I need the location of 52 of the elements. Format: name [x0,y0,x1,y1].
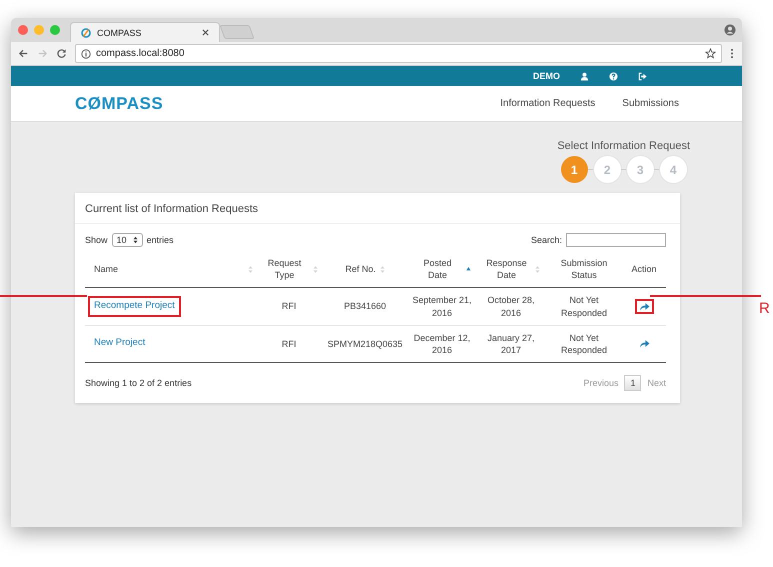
column-header[interactable]: Name [94,264,118,276]
table-info: Showing 1 to 2 of 2 entries [85,378,192,388]
entries-label: entries [146,235,174,245]
table-cell: SPMYM218Q0635 [327,338,403,349]
browser-tab[interactable]: COMPASS [70,22,220,42]
help-icon[interactable] [609,72,618,80]
star-icon[interactable] [705,48,716,59]
project-link[interactable]: Recompete Project [88,296,181,317]
tab-title: COMPASS [97,28,142,38]
search-field[interactable] [566,233,666,247]
table-cell: September 21, 2016 [412,295,472,318]
wizard-title: Select Information Request [557,140,690,152]
compass-icon [81,28,91,38]
page-size-select[interactable]: 10 [112,233,143,247]
column-header[interactable]: Action [631,264,656,276]
table-cell: RFI [282,338,296,349]
annotation-label: R [759,301,770,316]
column-header[interactable]: Request Type [260,258,308,282]
column-header[interactable]: Ref No. [345,264,376,276]
table-cell: RFI [282,301,296,312]
forward-button[interactable] [634,298,654,314]
table-cell: PB341660 [344,301,386,312]
table-cell: January 27, 2017 [487,332,535,355]
updown-icon [132,236,138,244]
nav-link[interactable]: Information Requests [500,98,596,109]
back-icon[interactable] [18,48,29,59]
column-header[interactable]: Posted Date [414,258,462,282]
reload-icon[interactable] [56,48,67,59]
share-arrow-icon [638,302,650,311]
sign-out-icon[interactable] [638,72,647,80]
share-arrow-icon [638,339,650,348]
column-header[interactable]: Response Date [482,258,530,282]
card-title: Current list of Information Requests [75,193,680,224]
profile-icon[interactable] [724,24,736,36]
user-name: DEMO [533,71,560,81]
table-cell: October 28, 2016 [487,295,535,318]
table-cell: Not Yet Responded [560,332,608,355]
project-link[interactable]: New Project [88,333,152,354]
table-cell: December 12, 2016 [414,332,470,355]
close-window-icon[interactable] [18,25,28,35]
info-icon [81,48,91,58]
table-cell: Not Yet Responded [560,295,608,318]
column-header[interactable]: Submission Status [560,258,608,282]
search-label: Search: [530,235,562,245]
page-button[interactable]: 1 [624,374,642,391]
show-label: Show [85,235,108,245]
user-icon[interactable] [580,72,589,80]
compass-logo[interactable]: CØMPASS [75,94,164,114]
close-icon[interactable] [202,29,209,36]
nav-link[interactable]: Submissions [622,98,679,109]
menu-icon[interactable] [730,48,734,59]
address-bar[interactable]: compass.local:8080 [75,44,722,63]
